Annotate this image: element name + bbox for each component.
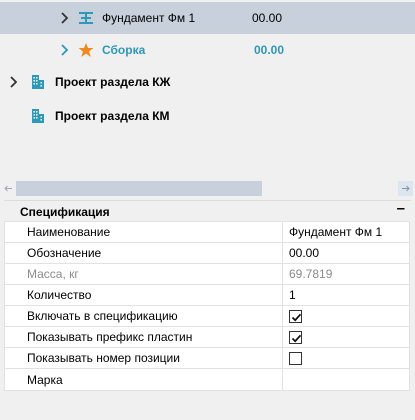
horizontal-scrollbar[interactable] [0, 180, 415, 197]
tree-item-label: Проект раздела КЖ [55, 75, 171, 89]
project-tree: Фундамент Фм 1 00.00 Сборка 00.00 Проект… [0, 0, 415, 180]
property-grid: Наименование Фундамент Фм 1 Обозначение … [4, 221, 410, 391]
tree-item-label: Фундамент Фм 1 [102, 11, 196, 25]
property-row: Марка [4, 368, 410, 391]
property-key: Масса, кг [4, 263, 283, 285]
checkbox-include-in-spec[interactable] [289, 310, 302, 324]
property-value-quantity[interactable]: 1 [282, 284, 410, 306]
property-key: Показывать префикс пластин [4, 326, 283, 348]
property-value-designation[interactable]: 00.00 [282, 242, 410, 264]
building-icon [32, 75, 44, 89]
property-row: Наименование Фундамент Фм 1 [4, 221, 410, 243]
checkmark-icon [291, 313, 302, 322]
scroll-right-arrow-icon[interactable] [398, 181, 413, 196]
tree-item-label: Сборка [102, 43, 146, 57]
tree-item-project-kzh[interactable]: Проект раздела КЖ [0, 66, 415, 98]
property-row: Масса, кг 69.7819 [4, 263, 410, 285]
chevron-right-icon[interactable] [9, 76, 19, 88]
tree-item-project-km[interactable]: Проект раздела КМ [0, 100, 415, 132]
chevron-right-icon[interactable] [60, 44, 70, 56]
property-row: Обозначение 00.00 [4, 242, 410, 264]
property-value-name[interactable]: Фундамент Фм 1 [282, 221, 410, 243]
property-row: Показывать префикс пластин [4, 326, 410, 348]
property-row: Показывать номер позиции [4, 347, 410, 369]
scrollbar-thumb[interactable] [16, 181, 262, 196]
property-row: Количество 1 [4, 284, 410, 306]
tree-item-fundament-fm1[interactable]: Фундамент Фм 1 00.00 [0, 2, 415, 34]
tree-item-sborka[interactable]: Сборка 00.00 [0, 34, 415, 66]
checkbox-show-position-number[interactable] [289, 352, 302, 366]
tree-item-value: 00.00 [254, 43, 285, 57]
chevron-right-icon[interactable] [60, 12, 70, 24]
checkbox-show-plate-prefix[interactable] [289, 331, 302, 345]
section-title: Спецификация [20, 205, 110, 219]
beam-icon [79, 12, 93, 24]
tree-item-value: 00.00 [252, 11, 283, 25]
building-icon [32, 109, 44, 123]
property-key: Наименование [4, 221, 283, 243]
property-value-cell [282, 326, 410, 348]
property-value-mark[interactable] [282, 368, 410, 391]
tree-item-label: Проект раздела КМ [55, 109, 170, 123]
property-key: Показывать номер позиции [4, 347, 283, 369]
checkmark-icon [291, 334, 302, 343]
property-value-mass: 69.7819 [282, 263, 410, 285]
property-key: Марка [4, 368, 283, 391]
property-key: Обозначение [4, 242, 283, 264]
property-row: Включать в спецификацию [4, 305, 410, 327]
property-value-cell [282, 305, 410, 327]
properties-panel: Спецификация – Наименование Фундамент Фм… [0, 197, 415, 420]
property-key: Включать в спецификацию [4, 305, 283, 327]
star-icon [78, 43, 94, 57]
property-key: Количество [4, 284, 283, 306]
collapse-button[interactable]: – [397, 200, 405, 217]
scroll-left-arrow-icon[interactable] [1, 181, 16, 196]
property-value-cell [282, 347, 410, 369]
section-header-specification[interactable]: Спецификация – [4, 200, 411, 220]
